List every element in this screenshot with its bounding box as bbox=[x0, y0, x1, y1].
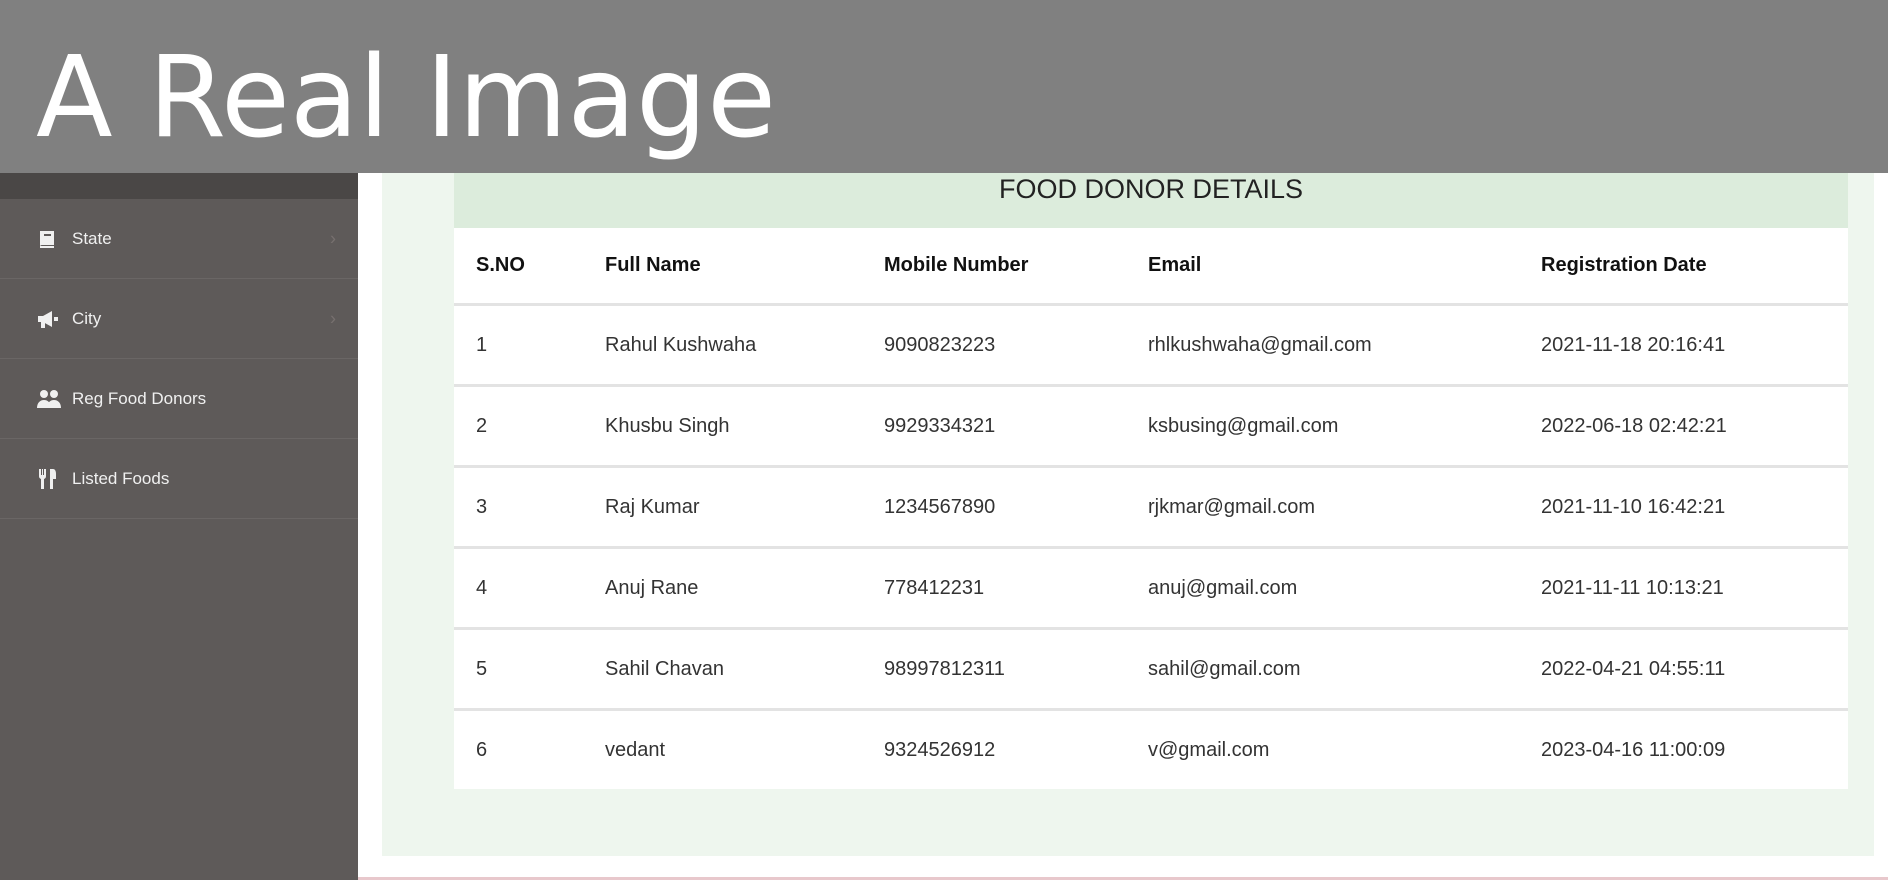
cell-sno: 3 bbox=[454, 465, 583, 548]
table-row: 2 Khusbu Singh 9929334321 ksbusing@gmail… bbox=[454, 384, 1848, 467]
cell-sno: 1 bbox=[454, 303, 583, 386]
cell-registration-date: 2021-11-10 16:42:21 bbox=[1519, 465, 1848, 548]
sidebar-item-label: State bbox=[72, 228, 112, 248]
sidebar: State › City › Reg Food Donors Listed Fo… bbox=[0, 173, 358, 880]
cell-email: sahil@gmail.com bbox=[1126, 627, 1519, 710]
table-row: 3 Raj Kumar 1234567890 rjkmar@gmail.com … bbox=[454, 465, 1848, 548]
cell-email: ksbusing@gmail.com bbox=[1126, 384, 1519, 467]
table-row: 5 Sahil Chavan 98997812311 sahil@gmail.c… bbox=[454, 627, 1848, 710]
cell-registration-date: 2023-04-16 11:00:09 bbox=[1519, 708, 1848, 789]
cell-full-name: Rahul Kushwaha bbox=[583, 303, 862, 386]
cell-full-name: vedant bbox=[583, 708, 862, 789]
cell-full-name: Khusbu Singh bbox=[583, 384, 862, 467]
header-registration-date: Registration Date bbox=[1541, 254, 1707, 276]
table-row: 4 Anuj Rane 778412231 anuj@gmail.com 202… bbox=[454, 546, 1848, 629]
cell-sno: 5 bbox=[454, 627, 583, 710]
header-email: Email bbox=[1148, 254, 1202, 276]
sidebar-item-listed-foods[interactable]: Listed Foods bbox=[0, 439, 358, 519]
main-content: FOOD DONOR DETAILS S.NO Full Name Mobile… bbox=[358, 173, 1888, 880]
book-icon bbox=[36, 228, 62, 250]
cell-sno: 4 bbox=[454, 546, 583, 629]
cell-mobile: 9929334321 bbox=[862, 384, 1126, 467]
cell-full-name: Anuj Rane bbox=[583, 546, 862, 629]
cell-mobile: 9090823223 bbox=[862, 303, 1126, 386]
content-panel: FOOD DONOR DETAILS S.NO Full Name Mobile… bbox=[382, 173, 1874, 856]
header-sno: S.NO bbox=[476, 254, 525, 276]
sidebar-item-state[interactable]: State › bbox=[0, 199, 358, 279]
cell-registration-date: 2021-11-18 20:16:41 bbox=[1519, 303, 1848, 386]
cell-full-name: Sahil Chavan bbox=[583, 627, 862, 710]
sidebar-item-reg-food-donors[interactable]: Reg Food Donors bbox=[0, 359, 358, 439]
users-icon bbox=[36, 388, 62, 410]
cell-sno: 6 bbox=[454, 708, 583, 789]
cutlery-icon bbox=[36, 468, 62, 490]
cell-email: rhlkushwaha@gmail.com bbox=[1126, 303, 1519, 386]
table-header-row: S.NO Full Name Mobile Number Email Regis… bbox=[454, 228, 1848, 305]
cell-email: v@gmail.com bbox=[1126, 708, 1519, 789]
sidebar-item-label: Reg Food Donors bbox=[72, 388, 207, 408]
cell-mobile: 1234567890 bbox=[862, 465, 1126, 548]
table-row: 1 Rahul Kushwaha 9090823223 rhlkushwaha@… bbox=[454, 303, 1848, 386]
cell-mobile: 98997812311 bbox=[862, 627, 1126, 710]
table-row: 6 vedant 9324526912 v@gmail.com 2023-04-… bbox=[454, 708, 1848, 789]
cell-registration-date: 2022-06-18 02:42:21 bbox=[1519, 384, 1848, 467]
cell-mobile: 9324526912 bbox=[862, 708, 1126, 789]
cell-registration-date: 2021-11-11 10:13:21 bbox=[1519, 546, 1848, 629]
donor-table-card: FOOD DONOR DETAILS S.NO Full Name Mobile… bbox=[454, 173, 1848, 789]
header-mobile-number: Mobile Number bbox=[884, 254, 1029, 276]
sidebar-item-city[interactable]: City › bbox=[0, 279, 358, 359]
cell-full-name: Raj Kumar bbox=[583, 465, 862, 548]
cell-email: rjkmar@gmail.com bbox=[1126, 465, 1519, 548]
cell-mobile: 778412231 bbox=[862, 546, 1126, 629]
sidebar-item-label: Listed Foods bbox=[72, 468, 170, 488]
cell-registration-date: 2022-04-21 04:55:11 bbox=[1519, 627, 1848, 710]
sidebar-header-strip bbox=[0, 173, 358, 199]
chevron-right-icon: › bbox=[330, 228, 336, 248]
cell-sno: 2 bbox=[454, 384, 583, 467]
sidebar-item-label: City bbox=[72, 308, 102, 328]
table-title-text: FOOD DONOR DETAILS bbox=[998, 174, 1304, 204]
cell-email: anuj@gmail.com bbox=[1126, 546, 1519, 629]
megaphone-icon bbox=[36, 308, 62, 330]
overlay-banner: A Real Image bbox=[0, 0, 1888, 173]
overlay-caption: A Real Image bbox=[36, 33, 777, 163]
donor-table: S.NO Full Name Mobile Number Email Regis… bbox=[454, 228, 1848, 789]
table-title: FOOD DONOR DETAILS bbox=[454, 173, 1848, 228]
chevron-right-icon: › bbox=[330, 308, 336, 328]
header-full-name: Full Name bbox=[605, 254, 701, 276]
